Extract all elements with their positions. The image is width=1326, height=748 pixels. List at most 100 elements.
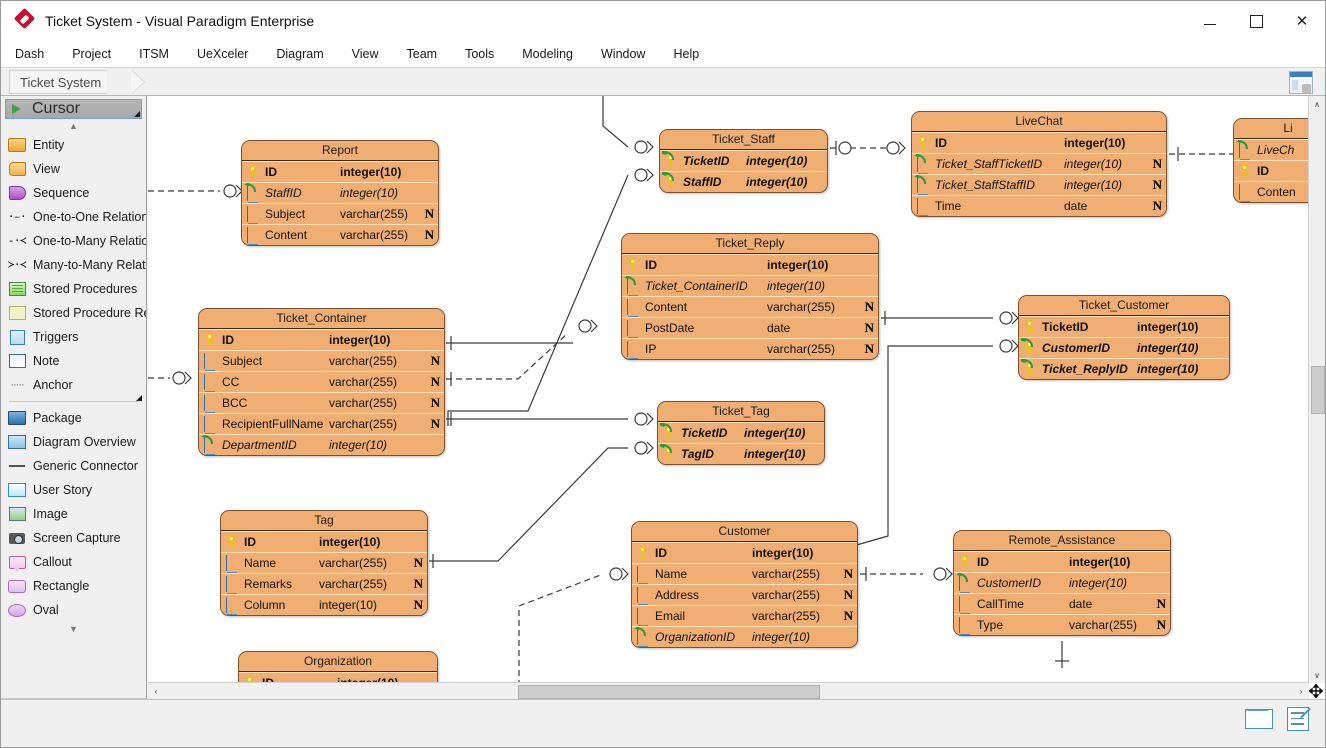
entity-column-row[interactable]: CallTimedateN <box>954 593 1170 614</box>
palette-item-one-to-one-relationship[interactable]: ⋅–⋅One-to-One Relationship <box>1 205 146 229</box>
entity-column-row[interactable]: TagIDinteger(10) <box>658 443 824 464</box>
menu-dash[interactable]: Dash <box>1 43 58 65</box>
entity-ticket_container[interactable]: Ticket_ContainerIDinteger(10)Subjectvarc… <box>198 308 445 456</box>
entity-column-row[interactable]: CustomerIDinteger(10) <box>1019 337 1229 358</box>
entity-column-row[interactable]: Subjectvarchar(255)N <box>199 350 444 371</box>
entity-customer[interactable]: CustomerIDinteger(10)Namevarchar(255)NAd… <box>631 521 858 648</box>
scroll-left-arrow[interactable]: ‹ <box>148 683 164 699</box>
palette-scroll-up[interactable]: ▲ <box>1 119 146 133</box>
palette-item-triggers[interactable]: Triggers <box>1 325 146 349</box>
mail-icon[interactable] <box>1245 709 1273 729</box>
entity-column-row[interactable]: Namevarchar(255)N <box>221 552 427 573</box>
entity-column-row[interactable]: TimedateN <box>912 195 1166 216</box>
menu-help[interactable]: Help <box>659 43 713 65</box>
entity-column-row[interactable]: Namevarchar(255)N <box>632 563 857 584</box>
entity-column-row[interactable]: TicketIDinteger(10) <box>658 422 824 443</box>
scroll-down-arrow[interactable]: ∨ <box>1309 667 1325 683</box>
entity-column-row[interactable]: CCvarchar(255)N <box>199 371 444 392</box>
entity-column-row[interactable]: IDinteger(10) <box>221 531 427 552</box>
entity-column-row[interactable]: Ticket_ReplyIDinteger(10) <box>1019 358 1229 379</box>
entity-remote_assistance[interactable]: Remote_AssistanceIDinteger(10)CustomerID… <box>953 530 1171 636</box>
menu-uexceler[interactable]: UeXceler <box>183 43 262 65</box>
entity-column-row[interactable]: RecipientFullNamevarchar(255)N <box>199 413 444 434</box>
diagram-canvas-viewport[interactable]: StaffIDinteger(10)ReportIDinteger(10)Sta… <box>148 96 1325 699</box>
minimize-button[interactable] <box>1187 1 1233 41</box>
entity-report[interactable]: ReportIDinteger(10)StaffIDinteger(10)Sub… <box>241 140 439 246</box>
palette-item-entity[interactable]: Entity <box>1 133 146 157</box>
entity-column-row[interactable]: Ticket_StaffTicketIDinteger(10)N <box>912 153 1166 174</box>
edit-document-icon[interactable] <box>1287 707 1309 731</box>
palette-item-anchor[interactable]: ·····Anchor <box>1 373 146 397</box>
entity-column-row[interactable]: IDinteger(10) <box>632 542 857 563</box>
entity-ticket_reply[interactable]: Ticket_ReplyIDinteger(10)Ticket_Containe… <box>621 233 879 360</box>
palette-item-cursor[interactable]: Cursor <box>5 99 142 119</box>
entity-column-row[interactable]: TicketIDinteger(10) <box>1019 316 1229 337</box>
horizontal-scroll-thumb[interactable] <box>518 685 820 699</box>
scroll-up-arrow[interactable]: ∧ <box>1309 96 1325 112</box>
menu-itsm[interactable]: ITSM <box>125 43 183 65</box>
entity-column-row[interactable]: Emailvarchar(255)N <box>632 605 857 626</box>
palette-item-many-to-many-relationship[interactable]: ≻⋅≺Many-to-Many Relationship <box>1 253 146 277</box>
entity-livechat[interactable]: LiveChatIDinteger(10)Ticket_StaffTicketI… <box>911 111 1167 217</box>
entity-column-row[interactable]: IDinteger(10) <box>622 254 878 275</box>
entity-column-row[interactable]: Remarksvarchar(255)N <box>221 573 427 594</box>
menu-tools[interactable]: Tools <box>451 43 508 65</box>
entity-column-row[interactable]: IDinteger(10) <box>912 132 1166 153</box>
entity-column-row[interactable]: Typevarchar(255)N <box>954 614 1170 635</box>
palette-item-image[interactable]: Image <box>1 502 146 526</box>
open-specification-icon[interactable] <box>1289 71 1313 94</box>
entity-column-row[interactable]: Ticket_StaffStaffIDinteger(10)N <box>912 174 1166 195</box>
palette-item-view[interactable]: View <box>1 157 146 181</box>
palette-item-screen-capture[interactable]: Screen Capture <box>1 526 146 550</box>
entity-column-row[interactable]: Contentvarchar(255)N <box>242 224 438 245</box>
entity-column-row[interactable]: Subjectvarchar(255)N <box>242 203 438 224</box>
entity-column-row[interactable]: PostDatedateN <box>622 317 878 338</box>
entity-column-row[interactable]: StaffIDinteger(10) <box>242 182 438 203</box>
entity-ticket_customer[interactable]: Ticket_CustomerTicketIDinteger(10)Custom… <box>1018 295 1230 380</box>
erd-canvas[interactable]: StaffIDinteger(10)ReportIDinteger(10)Sta… <box>148 96 1313 686</box>
scroll-right-arrow[interactable]: › <box>1293 683 1309 699</box>
palette-item-callout[interactable]: Callout <box>1 550 146 574</box>
palette-item-one-to-many-relationship[interactable]: -⋅≺One-to-Many Relationship <box>1 229 146 253</box>
palette-item-user-story[interactable]: User Story <box>1 478 146 502</box>
entity-column-row[interactable]: OrganizationIDinteger(10) <box>632 626 857 647</box>
entity-ticket_staff[interactable]: Ticket_StaffTicketIDinteger(10)StaffIDin… <box>659 129 828 193</box>
entity-column-row[interactable]: Columninteger(10)N <box>221 594 427 615</box>
entity-column-row[interactable]: IDinteger(10) <box>954 551 1170 572</box>
entity-column-row[interactable]: CustomerIDinteger(10) <box>954 572 1170 593</box>
vertical-scrollbar[interactable]: ∧ ∨ <box>1308 96 1325 683</box>
pan-move-icon[interactable] <box>1308 683 1324 699</box>
maximize-button[interactable] <box>1233 1 1279 41</box>
menu-window[interactable]: Window <box>587 43 659 65</box>
entity-column-row[interactable]: DepartmentIDinteger(10) <box>199 434 444 455</box>
entity-column-row[interactable]: BCCvarchar(255)N <box>199 392 444 413</box>
horizontal-scrollbar[interactable]: ‹ › <box>148 682 1309 699</box>
menu-team[interactable]: Team <box>393 43 452 65</box>
entity-column-row[interactable]: TicketIDinteger(10) <box>660 150 827 171</box>
menu-project[interactable]: Project <box>58 43 125 65</box>
close-button[interactable]: ✕ <box>1279 1 1325 41</box>
palette-scroll-down[interactable]: ▼ <box>1 622 146 636</box>
palette-item-package[interactable]: Package <box>1 406 146 430</box>
palette-item-rectangle[interactable]: Rectangle <box>1 574 146 598</box>
entity-column-row[interactable]: Addressvarchar(255)N <box>632 584 857 605</box>
entity-column-row[interactable]: StaffIDinteger(10) <box>660 171 827 192</box>
entity-column-row[interactable]: Contentvarchar(255)N <box>622 296 878 317</box>
entity-column-row[interactable]: IDinteger(10) <box>242 161 438 182</box>
tab-ticket-system[interactable]: Ticket System <box>9 70 107 94</box>
entity-column-row[interactable]: IPvarchar(255)N <box>622 338 878 359</box>
palette-item-diagram-overview[interactable]: Diagram Overview <box>1 430 146 454</box>
palette-item-note[interactable]: Note <box>1 349 146 373</box>
entity-ticket_tag[interactable]: Ticket_TagTicketIDinteger(10)TagIDintege… <box>657 401 825 465</box>
entity-column-row[interactable]: IDinteger(10) <box>199 329 444 350</box>
palette-item-stored-procedures[interactable]: Stored Procedures <box>1 277 146 301</box>
palette-item-generic-connector[interactable]: Generic Connector <box>1 454 146 478</box>
menu-view[interactable]: View <box>338 43 393 65</box>
entity-column-row[interactable]: Ticket_ContainerIDinteger(10) <box>622 275 878 296</box>
palette-item-sequence[interactable]: Sequence <box>1 181 146 205</box>
vertical-scroll-thumb[interactable] <box>1311 366 1325 414</box>
menu-diagram[interactable]: Diagram <box>262 43 337 65</box>
entity-tag[interactable]: TagIDinteger(10)Namevarchar(255)NRemarks… <box>220 510 428 616</box>
menu-modeling[interactable]: Modeling <box>508 43 587 65</box>
palette-item-oval[interactable]: Oval <box>1 598 146 622</box>
